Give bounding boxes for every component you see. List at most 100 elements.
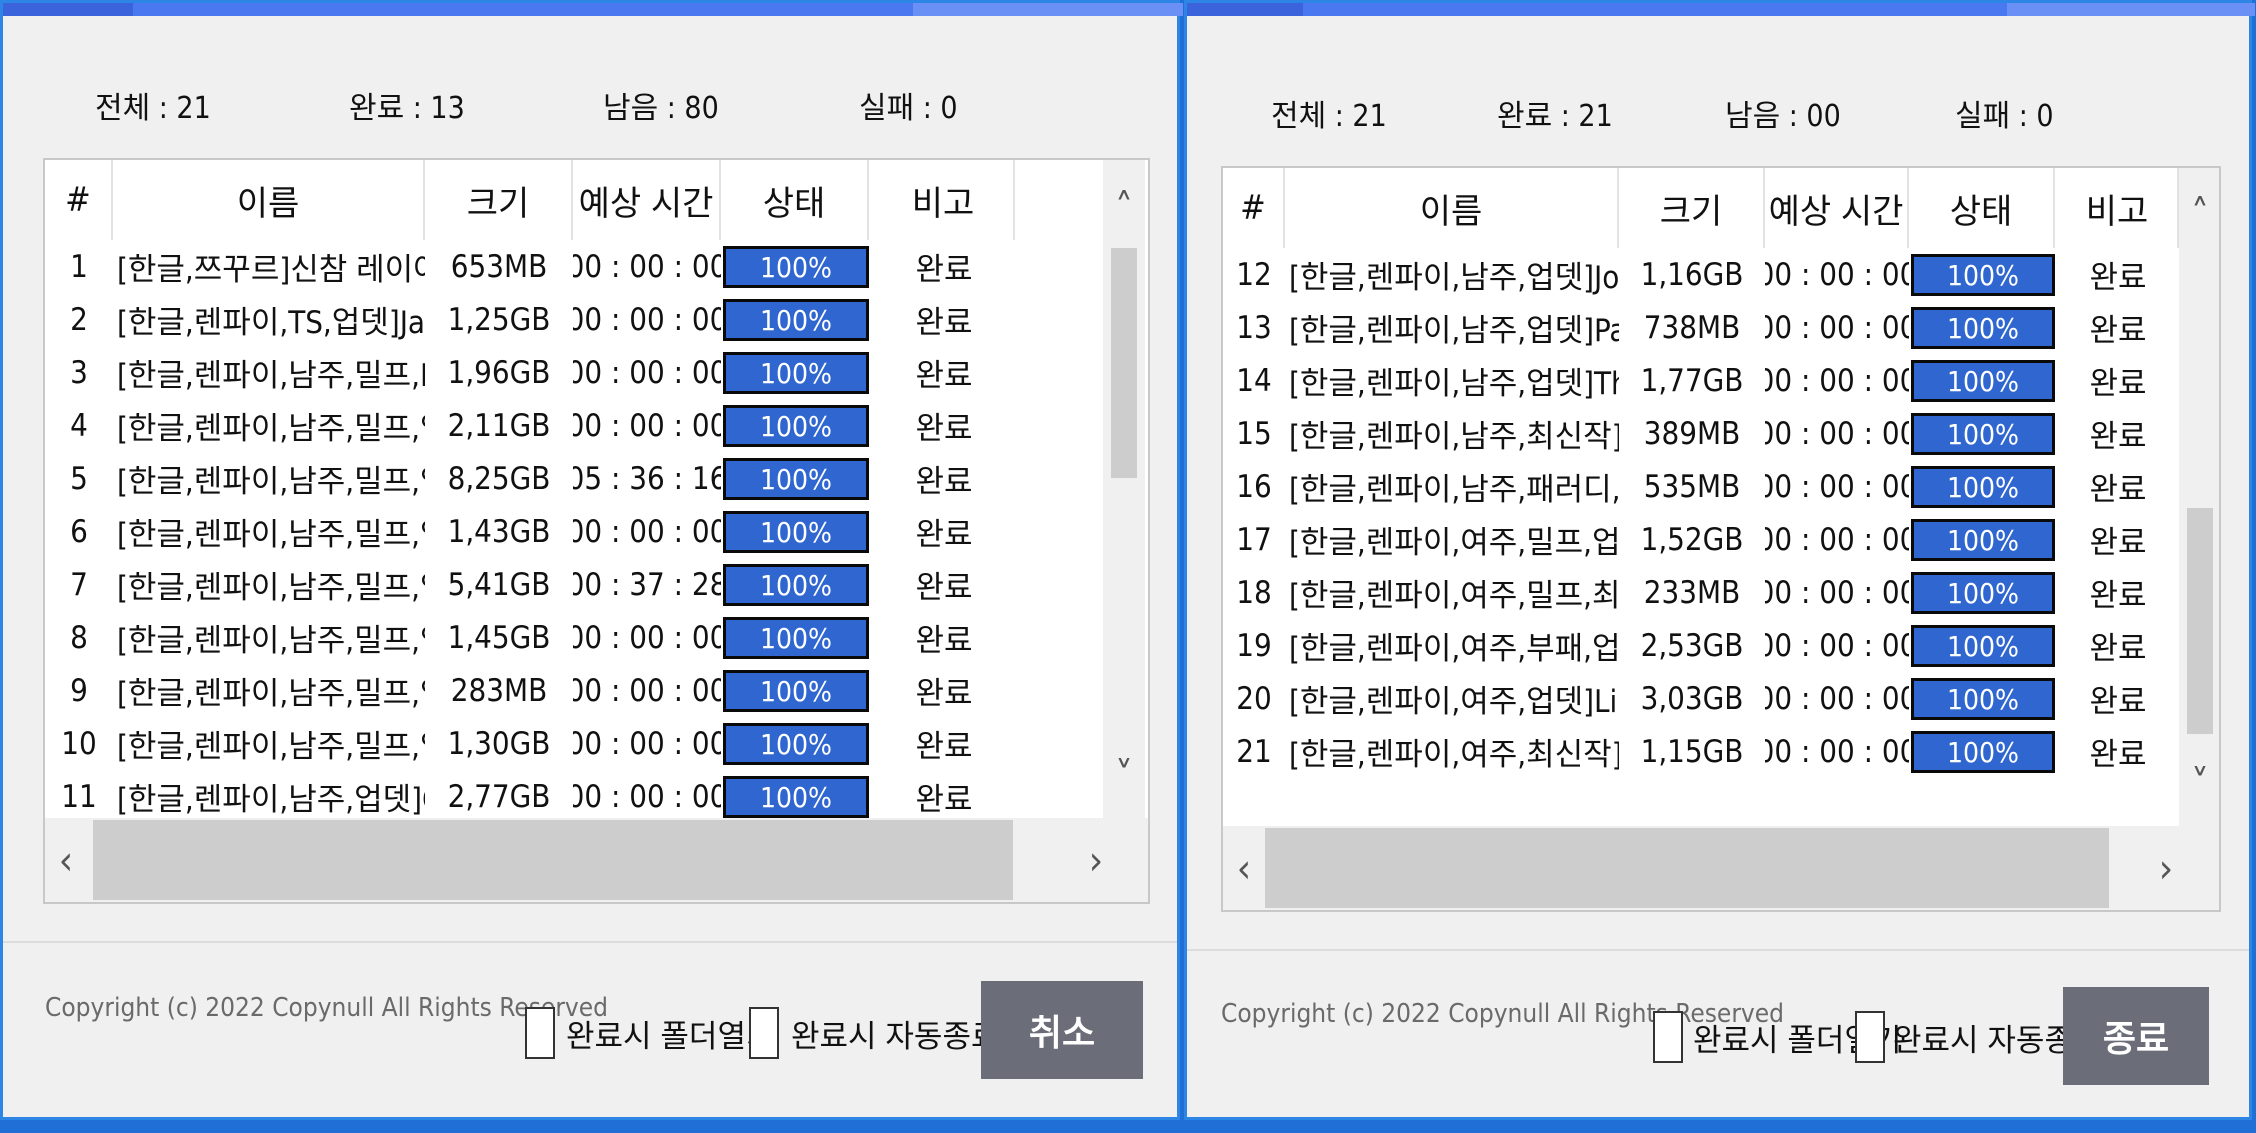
- close-button[interactable]: 종료: [2063, 987, 2209, 1085]
- file-name: [한글,렌파이,남주,밀프,업뎃]Mother s: [117, 676, 425, 712]
- row-number: 5: [70, 460, 88, 497]
- table-row[interactable]: 18 [한글,렌파이,여주,밀프,최신작]The Po 233MB 00 : 00 :…: [1223, 566, 2179, 619]
- file-size: 283MB: [450, 672, 548, 709]
- horizontal-scroll-thumb[interactable]: [1265, 828, 2109, 908]
- progress-text: 100%: [1946, 364, 2019, 398]
- header-col-number[interactable]: #: [45, 160, 113, 240]
- file-size: 1,96GB: [447, 354, 551, 391]
- header-col-eta[interactable]: 예상 시간: [1765, 168, 1909, 248]
- file-size: 653MB: [450, 248, 548, 285]
- progress-text: 100%: [1946, 417, 2019, 451]
- table-row[interactable]: 20 [한글,렌파이,여주,업뎃]Lily 0,05Beta[3,03GB 00 :…: [1223, 672, 2179, 725]
- header-col-name[interactable]: 이름: [1285, 168, 1619, 248]
- chevron-left-icon[interactable]: ‹: [45, 838, 87, 884]
- table-row[interactable]: 12 [한글,렌파이,남주,업뎃]Joy Day,4,1[0 1,16GB 00 : …: [1223, 248, 2179, 301]
- auto-close-checkbox[interactable]: [749, 1007, 779, 1059]
- file-name: [한글,렌파이,여주,밀프,최신작]The Po: [1289, 578, 1619, 614]
- open-folder-label: 완료시 폴더열기: [566, 1019, 775, 1055]
- title-bar[interactable]: [3, 3, 1183, 16]
- vertical-scrollbar[interactable]: ˄ ˅: [2179, 168, 2219, 826]
- vertical-scrollbar[interactable]: ˄ ˅: [1103, 160, 1145, 818]
- header-col-name[interactable]: 이름: [113, 160, 425, 240]
- table-row[interactable]: 16 [한글,렌파이,남주,패러디,업뎃]Shaggy 535MB 00 : 00 :…: [1223, 460, 2179, 513]
- file-size: 389MB: [1643, 415, 1741, 452]
- table-row[interactable]: 11 [한글,렌파이,남주,업뎃]Christmas Eve 2,77GB 00 : …: [45, 770, 1015, 823]
- table-row[interactable]: 14 [한글,렌파이,남주,업뎃]The Neverwhe 1,77GB 00 : 0…: [1223, 354, 2179, 407]
- horizontal-scrollbar[interactable]: ‹ ›: [1223, 826, 2219, 910]
- row-number: 21: [1236, 733, 1272, 770]
- estimated-time: 00 : 00 : 00: [573, 354, 721, 391]
- table-row[interactable]: 3 [한글,렌파이,남주,밀프,NTR,업뎃]Trol 1,96GB 00 : 00 …: [45, 346, 1015, 399]
- open-folder-checkbox[interactable]: [1653, 1011, 1683, 1063]
- file-name: [한글,렌파이,남주,밀프,업뎃]College E: [117, 570, 425, 606]
- chevron-up-icon[interactable]: ˄: [1103, 186, 1145, 232]
- status-note: 완료: [915, 358, 973, 394]
- file-size: 1,77GB: [1640, 362, 1744, 399]
- table-row[interactable]: 21 [한글,렌파이,여주,최신작]Anna s King 1,15GB 00 : 0…: [1223, 725, 2179, 778]
- progress-text: 100%: [759, 462, 832, 496]
- auto-close-checkbox[interactable]: [1855, 1011, 1885, 1063]
- table-row[interactable]: 6 [한글,렌파이,남주,밀프,업뎃]Bonds of 1,43GB 00 : 00 …: [45, 505, 1015, 558]
- stat-done: 완료 : 13: [349, 91, 465, 126]
- table-row[interactable]: 4 [한글,렌파이,남주,밀프,업뎃]Agent17 (2,11GB 00 : 00…: [45, 399, 1015, 452]
- title-bar[interactable]: [1187, 3, 2255, 16]
- row-number: 17: [1236, 521, 1272, 558]
- file-name: [한글,렌파이,여주,최신작]Anna s King: [1289, 737, 1619, 773]
- progress-bar: 100%: [1911, 678, 2055, 720]
- progress-text: 100%: [759, 303, 832, 337]
- header-col-status[interactable]: 상태: [721, 160, 869, 240]
- header-col-size[interactable]: 크기: [425, 160, 573, 240]
- header-col-note[interactable]: 비고: [873, 160, 1015, 240]
- table-row[interactable]: 15 [한글,렌파이,남주,최신작]Smith in Wi 389MB 00 : 00…: [1223, 407, 2179, 460]
- progress-bar: 100%: [1911, 519, 2055, 561]
- estimated-time: 00 : 00 : 00: [1765, 415, 1909, 452]
- estimated-time: 00 : 00 : 00: [573, 725, 721, 762]
- file-name: [한글,렌파이,남주,최신작]Smith in Wi: [1289, 419, 1619, 455]
- table-row[interactable]: 10 [한글,렌파이,남주,밀프,업뎃]My Fami 1,30GB 00 : 00 …: [45, 717, 1015, 770]
- progress-bar: 100%: [723, 352, 869, 394]
- download-window-left: 전체 : 21 완료 : 13 남음 : 80 실패 : 0 # 이름 크기 예상 시…: [0, 0, 1183, 1120]
- table-row[interactable]: 17 [한글,렌파이,여주,밀프,업뎃]The Lost 1,52GB 00 : 00…: [1223, 513, 2179, 566]
- header-col-eta[interactable]: 예상 시간: [573, 160, 721, 240]
- status-note: 완료: [915, 729, 973, 765]
- open-folder-checkbox[interactable]: [525, 1007, 555, 1059]
- table-row[interactable]: 5 [한글,렌파이,남주,밀프,업뎃]Amnesia 8,25GB 05 : 36 :…: [45, 452, 1015, 505]
- file-size: 1,52GB: [1640, 521, 1744, 558]
- progress-text: 100%: [759, 780, 832, 814]
- file-size: 1,43GB: [447, 513, 551, 550]
- status-note: 완료: [915, 305, 973, 341]
- header-col-number[interactable]: #: [1223, 168, 1285, 248]
- header-col-note[interactable]: 비고: [2057, 168, 2179, 248]
- chevron-down-icon[interactable]: ˅: [2179, 762, 2219, 808]
- table-row[interactable]: 2 [한글,렌파이,TS,업뎃]Jamie 0,8,3[02, 1,25GB 00 :…: [45, 293, 1015, 346]
- horizontal-scroll-thumb[interactable]: [93, 820, 1013, 900]
- row-number: 10: [61, 725, 97, 762]
- vertical-scroll-thumb[interactable]: [2187, 508, 2213, 734]
- progress-text: 100%: [1946, 629, 2019, 663]
- table-row[interactable]: 1 [한글,쯔꾸르]신참 레이어의 성장 기록 653MB 00 : 00 : 00 1…: [45, 240, 1015, 293]
- chevron-left-icon[interactable]: ‹: [1223, 846, 1265, 892]
- chevron-right-icon[interactable]: ›: [1075, 838, 1117, 884]
- download-window-right: 전체 : 21 완료 : 21 남음 : 00 실패 : 0 # 이름 크기 예상 시…: [1184, 0, 2255, 1120]
- table-row[interactable]: 8 [한글,렌파이,남주,밀프,업뎃]Family at 1,45GB 00 : 00…: [45, 611, 1015, 664]
- progress-bar: 100%: [723, 299, 869, 341]
- header-col-size[interactable]: 크기: [1619, 168, 1765, 248]
- chevron-down-icon[interactable]: ˅: [1103, 754, 1145, 800]
- horizontal-scrollbar[interactable]: ‹ ›: [45, 818, 1148, 902]
- file-size: 233MB: [1643, 574, 1741, 611]
- chevron-up-icon[interactable]: ˄: [2179, 192, 2219, 238]
- file-table: #이름크기예상 시간상태비고 12 [한글,렌파이,남주,업뎃]Joy Day,4,…: [1221, 166, 2221, 912]
- vertical-scroll-thumb[interactable]: [1111, 248, 1137, 478]
- cancel-button[interactable]: 취소: [981, 981, 1143, 1079]
- table-row[interactable]: 7 [한글,렌파이,남주,밀프,업뎃]College E 5,41GB 00 : 37…: [45, 558, 1015, 611]
- table-row[interactable]: 9 [한글,렌파이,남주,밀프,업뎃]Mother s 283MB 00 : 00 :…: [45, 664, 1015, 717]
- table-row[interactable]: 19 [한글,렌파이,여주,부패,업뎃]Anna Exo 2,53GB 00 : 00…: [1223, 619, 2179, 672]
- table-row[interactable]: 13 [한글,렌파이,남주,업뎃]Path To Domi 738MB 00 : 00…: [1223, 301, 2179, 354]
- copyright-text: Copyright (c) 2022 Copynull All Rights R…: [45, 993, 609, 1023]
- progress-bar: 100%: [1911, 572, 2055, 614]
- status-note: 완료: [915, 782, 973, 818]
- chevron-right-icon[interactable]: ›: [2145, 846, 2187, 892]
- row-number: 14: [1236, 362, 1272, 399]
- header-col-status[interactable]: 상태: [1909, 168, 2055, 248]
- progress-text: 100%: [759, 409, 832, 443]
